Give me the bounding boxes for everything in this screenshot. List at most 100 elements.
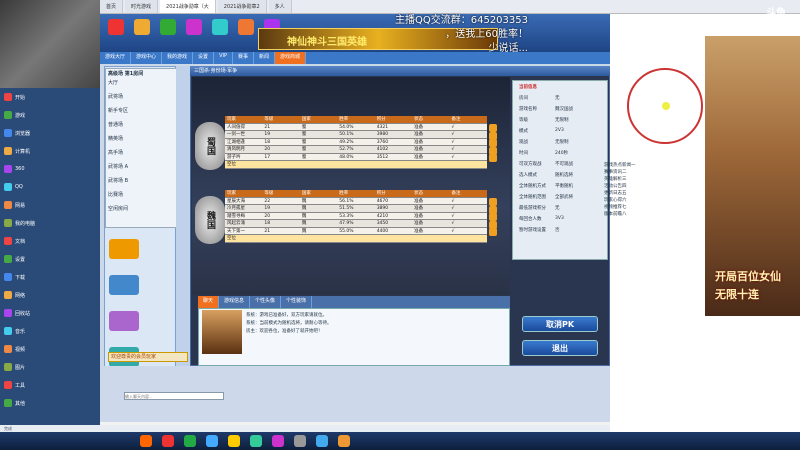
browser-tab[interactable]: 2021战争勋章（大 <box>160 0 216 13</box>
news-item[interactable]: 视频推荐七 <box>604 204 704 211</box>
client-tab[interactable]: 游戏中心 <box>131 52 163 64</box>
room-list-item[interactable]: 武将场 <box>108 93 123 100</box>
desktop-icon[interactable]: QQ <box>4 182 62 192</box>
player-cell: √ <box>451 132 455 137</box>
news-item[interactable]: 游戏热点新闻一 <box>604 162 704 169</box>
logo-url: DOUYU.COM <box>762 19 790 24</box>
browser-tab[interactable]: 时光游戏 <box>125 0 159 13</box>
chat-tab[interactable]: 聊天 <box>198 296 220 308</box>
room-list-item[interactable]: 高手场 <box>108 149 123 156</box>
player-row[interactable]: 踏雪寻梅 20 魏 53.3% 4210 准备 √ <box>225 212 487 220</box>
info-key: 全体随机范围 <box>519 195 546 200</box>
desktop-icon[interactable]: 游戏 <box>4 110 62 120</box>
desktop-icon[interactable]: 其他 <box>4 398 62 408</box>
client-tab[interactable]: 游戏大厅 <box>100 52 132 64</box>
taskbar-icon[interactable] <box>140 435 152 447</box>
taskbar-icon[interactable] <box>272 435 284 447</box>
info-row: 游戏名称 魏汉国战 <box>519 106 605 112</box>
cancel-pk-button[interactable]: 取消PK <box>522 316 598 332</box>
client-tab[interactable]: 设置 <box>193 52 215 64</box>
toolbar-button[interactable] <box>182 16 206 50</box>
browser-tab[interactable]: 首页 <box>100 0 124 13</box>
desktop-icon[interactable]: 360 <box>4 164 62 174</box>
news-item[interactable]: 玩家心得六 <box>604 197 704 204</box>
player-cell: 冷月孤星 <box>227 206 245 211</box>
browser-tab[interactable]: 多人 <box>268 0 292 13</box>
toolbar-button[interactable] <box>234 16 258 50</box>
client-tab[interactable]: VIP <box>214 52 233 64</box>
taskbar-icon[interactable] <box>162 435 174 447</box>
news-item[interactable]: 版本前瞻八 <box>604 211 704 218</box>
desktop-icon[interactable]: 浏览器 <box>4 128 62 138</box>
room-background <box>192 77 510 295</box>
desktop-icon[interactable]: 网易 <box>4 200 62 210</box>
toolbar-button[interactable] <box>156 16 180 50</box>
player-row[interactable]: 江湖相逢 18 蜀 49.2% 3760 准备 √ <box>225 138 487 146</box>
desktop-icon[interactable]: 网络 <box>4 290 62 300</box>
info-key: 最低游戏积分 <box>519 206 546 211</box>
toolbar-button[interactable] <box>208 16 232 50</box>
toolbar-button[interactable] <box>104 16 128 50</box>
desktop-icon[interactable]: 计算机 <box>4 146 62 156</box>
player-cell: 21 <box>264 124 271 130</box>
desktop-icon[interactable]: 下载 <box>4 272 62 282</box>
desktop-icon[interactable]: 我的电脑 <box>4 218 62 228</box>
news-item[interactable]: 赛事资讯二 <box>604 169 704 176</box>
info-key: 全体随机方式 <box>519 184 546 189</box>
table-header-cell: 玩家 <box>227 191 236 196</box>
player-row[interactable]: 人间值得 21 蜀 54.0% 4321 准备 √ <box>225 123 487 131</box>
desktop-icon[interactable]: 设置 <box>4 254 62 264</box>
room-list-item[interactable]: 大厅 <box>108 79 118 86</box>
desktop-icon[interactable]: 音乐 <box>4 326 62 336</box>
player-row[interactable]: 星辰大海 22 魏 56.1% 4670 准备 √ <box>225 197 487 205</box>
chat-tab[interactable]: 游戏信息 <box>219 296 251 308</box>
desktop-icon[interactable]: 工具 <box>4 380 62 390</box>
taskbar-icon[interactable] <box>184 435 196 447</box>
player-row[interactable]: 风起云涌 18 魏 47.9% 3450 准备 √ <box>225 220 487 228</box>
chat-tab[interactable]: 个性装饰 <box>281 296 313 308</box>
room-list-item[interactable]: 新手专区 <box>108 107 128 114</box>
taskbar-icon[interactable] <box>228 435 240 447</box>
player-row[interactable]: 空位 <box>225 161 487 169</box>
desktop-icon[interactable]: 回收站 <box>4 308 62 318</box>
desktop-icon[interactable]: 视频 <box>4 344 62 354</box>
client-tab[interactable]: 我的游戏 <box>162 52 194 64</box>
desktop-icon[interactable]: 文档 <box>4 236 62 246</box>
player-row[interactable]: 清风明月 20 蜀 52.7% 4102 准备 √ <box>225 146 487 154</box>
chat-input[interactable] <box>124 392 224 400</box>
left-panel-icon[interactable] <box>109 239 139 259</box>
player-row[interactable]: 游子吟 17 蜀 48.0% 3512 准备 √ <box>225 153 487 161</box>
room-list-item[interactable]: 武将场 A <box>108 163 128 170</box>
desktop-icon[interactable]: 图片 <box>4 362 62 372</box>
browser-tab[interactable]: 2021战争勋章2 <box>217 0 267 13</box>
taskbar-icon[interactable] <box>250 435 262 447</box>
player-row[interactable]: 空位 <box>225 235 487 243</box>
taskbar-icon[interactable] <box>294 435 306 447</box>
player-row[interactable]: 冷月孤星 19 魏 51.5% 3890 准备 √ <box>225 205 487 213</box>
taskbar-icon[interactable] <box>338 435 350 447</box>
taskbar-icon[interactable] <box>316 435 328 447</box>
room-list-item[interactable]: 普通场 <box>108 121 123 128</box>
room-list-item[interactable]: 精英场 <box>108 135 123 142</box>
news-item[interactable]: 英雄解析三 <box>604 176 704 183</box>
news-item[interactable]: 活动公告四 <box>604 183 704 190</box>
news-item[interactable]: 更新日志五 <box>604 190 704 197</box>
promo-ad[interactable]: 开局百位女仙 无限十连 <box>705 36 800 316</box>
room-list-item[interactable]: 比赛场 <box>108 191 123 198</box>
left-panel-icon[interactable] <box>109 311 139 331</box>
player-row[interactable]: 天下第一 21 魏 55.0% 4400 准备 √ <box>225 227 487 235</box>
room-list-item[interactable]: 空闲房间 <box>108 205 128 212</box>
room-list-item[interactable]: 武将场 B <box>108 177 128 184</box>
taskbar-icon[interactable] <box>206 435 218 447</box>
player-row[interactable]: 一剑一世 19 蜀 50.1% 3980 准备 √ <box>225 131 487 139</box>
client-tab[interactable]: 新闻 <box>254 52 276 64</box>
left-panel-icon[interactable] <box>109 275 139 295</box>
toolbar-button[interactable] <box>130 16 154 50</box>
chat-tab[interactable]: 个性头像 <box>250 296 282 308</box>
exit-button[interactable]: 退出 <box>522 340 598 356</box>
client-tab[interactable]: 赛事 <box>233 52 254 64</box>
info-key: 房间 <box>519 96 528 101</box>
desktop-icon[interactable]: 开始 <box>4 92 62 102</box>
info-value: 无 <box>555 206 560 211</box>
client-tab[interactable]: 游戏商城 <box>275 52 307 64</box>
